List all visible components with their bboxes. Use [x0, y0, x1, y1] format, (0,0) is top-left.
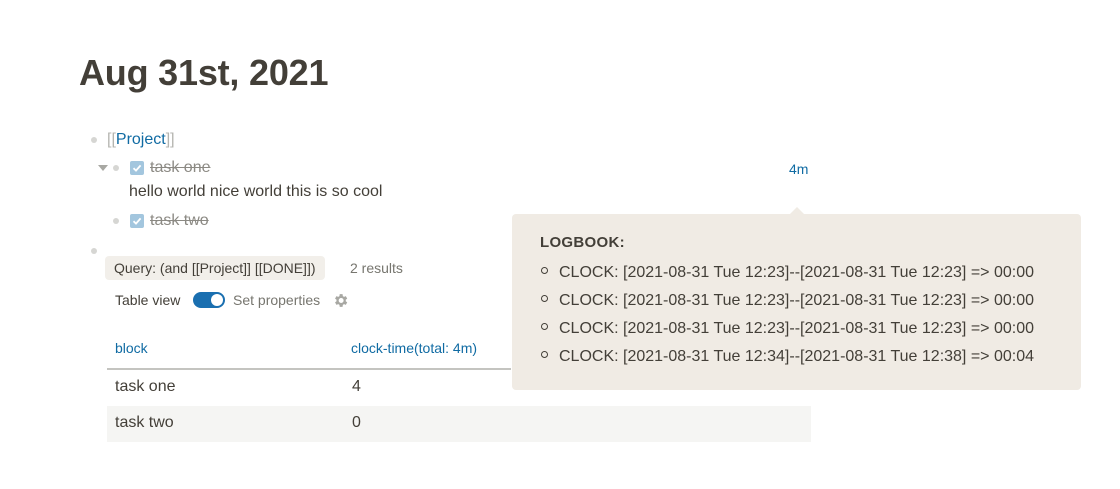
collapse-caret-icon[interactable]: [98, 165, 108, 171]
logbook-entry-text: CLOCK: [2021-08-31 Tue 12:23]--[2021-08-…: [559, 320, 1034, 337]
column-header-block[interactable]: block: [115, 340, 148, 356]
ref-close-bracket: ]]: [165, 131, 175, 148]
ref-open-bracket: [[: [107, 131, 116, 148]
task-two-label[interactable]: task two: [150, 212, 209, 230]
logbook-entry: CLOCK: [2021-08-31 Tue 12:34]--[2021-08-…: [541, 348, 1034, 366]
list-circle-icon: [541, 351, 548, 359]
check-icon: [132, 164, 142, 172]
list-circle-icon: [541, 323, 548, 331]
clock-summary-link[interactable]: 4m: [789, 161, 808, 177]
check-icon: [132, 217, 142, 225]
logbook-popup: LOGBOOK: CLOCK: [2021-08-31 Tue 12:23]--…: [512, 214, 1081, 390]
project-ref-block: [[Project]]: [107, 131, 175, 149]
block-bullet[interactable]: [113, 218, 119, 224]
table-row[interactable]: task two 0: [107, 406, 811, 442]
task-one-note: hello world nice world this is so cool: [129, 183, 383, 200]
query-title[interactable]: Query: (and [[Project]] [[DONE]]): [105, 256, 325, 280]
query-results-count: 2 results: [350, 260, 403, 276]
task-one-checkbox[interactable]: [130, 161, 144, 175]
logbook-entry: CLOCK: [2021-08-31 Tue 12:23]--[2021-08-…: [541, 292, 1034, 310]
column-header-clock-time[interactable]: clock-time(total: 4m): [351, 340, 477, 356]
table-cell-clock: 4: [352, 378, 361, 395]
table-view-label: Table view: [115, 292, 181, 308]
logbook-entry-text: CLOCK: [2021-08-31 Tue 12:34]--[2021-08-…: [559, 348, 1034, 365]
logbook-entry: CLOCK: [2021-08-31 Tue 12:23]--[2021-08-…: [541, 320, 1034, 338]
block-bullet[interactable]: [91, 248, 97, 254]
project-page-link[interactable]: Project: [116, 131, 166, 148]
block-bullet[interactable]: [91, 137, 97, 143]
list-circle-icon: [541, 267, 548, 275]
block-bullet[interactable]: [113, 165, 119, 171]
task-one-label[interactable]: task one: [150, 159, 210, 177]
table-view-toggle[interactable]: [193, 292, 225, 308]
table-cell-block[interactable]: task one: [115, 378, 175, 396]
list-circle-icon: [541, 295, 548, 303]
popup-arrow: [790, 207, 804, 214]
table-cell-block[interactable]: task two: [115, 414, 174, 432]
gear-icon[interactable]: [332, 292, 349, 309]
set-properties-label[interactable]: Set properties: [233, 292, 320, 308]
logbook-title: LOGBOOK:: [540, 234, 625, 251]
logbook-entry-text: CLOCK: [2021-08-31 Tue 12:23]--[2021-08-…: [559, 292, 1034, 309]
toggle-knob: [211, 294, 223, 306]
table-cell-clock: 0: [352, 414, 361, 431]
logbook-entry: CLOCK: [2021-08-31 Tue 12:23]--[2021-08-…: [541, 264, 1034, 282]
page-title: Aug 31st, 2021: [79, 52, 329, 93]
logbook-entry-text: CLOCK: [2021-08-31 Tue 12:23]--[2021-08-…: [559, 264, 1034, 281]
task-two-checkbox[interactable]: [130, 214, 144, 228]
